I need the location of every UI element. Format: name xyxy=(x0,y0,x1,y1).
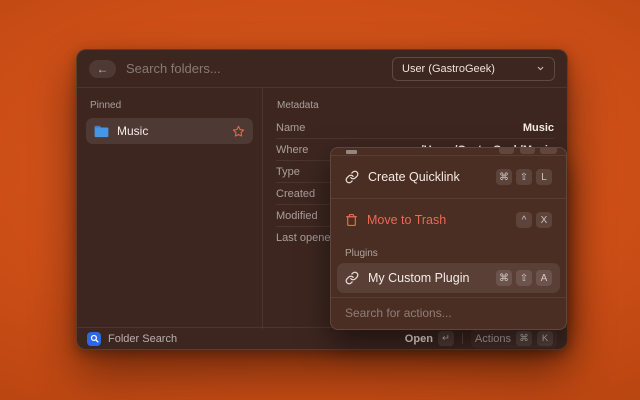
user-dropdown-value: User (GastroGeek) xyxy=(402,63,495,75)
menu-item-my-custom-plugin[interactable]: My Custom Plugin ⌘ ⇧ A xyxy=(337,263,560,293)
actions-label: Actions xyxy=(475,333,511,345)
command-key-icon: ⌘ xyxy=(496,270,512,286)
clipped-key xyxy=(540,148,557,154)
command-key-icon: ⌘ xyxy=(496,169,512,185)
menu-item-create-quicklink[interactable]: Create Quicklink ⌘ ⇧ L xyxy=(337,160,560,194)
menu-item-shortcut: ^ X xyxy=(516,212,552,228)
back-button[interactable]: ← xyxy=(89,60,116,78)
sidebar-item-music[interactable]: Music xyxy=(86,118,253,144)
menu-item-label: Create Quicklink xyxy=(368,170,460,184)
metadata-label: Type xyxy=(276,166,300,178)
folder-icon xyxy=(94,125,109,138)
menu-item-shortcut: ⌘ ⇧ A xyxy=(496,270,552,286)
command-key-icon: ⌘ xyxy=(516,331,532,346)
menu-item-label: My Custom Plugin xyxy=(368,271,469,285)
metadata-label: Created xyxy=(276,188,315,200)
metadata-value: Music xyxy=(523,122,554,134)
menu-section-plugins: Plugins xyxy=(331,241,566,263)
clipped-icon xyxy=(346,150,357,154)
menu-item-move-to-trash[interactable]: Move to Trash ^ X xyxy=(337,203,560,237)
footer: Folder Search Open ↵ Actions ⌘ K xyxy=(77,327,567,349)
footer-app-label: Folder Search xyxy=(108,333,177,345)
metadata-label: Where xyxy=(276,144,308,156)
metadata-row-name: Name Music xyxy=(276,117,554,139)
menu-item-shortcut: ⌘ ⇧ L xyxy=(496,169,552,185)
return-key-icon: ↵ xyxy=(438,331,454,346)
metadata-label: Modified xyxy=(276,210,318,222)
search-input[interactable] xyxy=(126,61,382,76)
actions-button[interactable]: Actions ⌘ K xyxy=(471,329,557,348)
chevron-down-icon xyxy=(536,64,545,73)
open-label: Open xyxy=(405,333,433,345)
trash-icon xyxy=(345,213,358,227)
open-button[interactable]: Open ↵ xyxy=(405,331,454,346)
metadata-label: Last opened xyxy=(276,232,337,244)
folder-search-app-icon xyxy=(87,332,101,346)
shift-key-icon: ⇧ xyxy=(516,169,532,185)
back-arrow-icon: ← xyxy=(97,63,109,75)
k-key-icon: K xyxy=(537,331,553,346)
metadata-title: Metadata xyxy=(277,100,553,111)
menu-item-label: Move to Trash xyxy=(367,213,446,227)
link-icon xyxy=(345,271,359,285)
footer-actions-area: Open ↵ Actions ⌘ K xyxy=(405,329,557,348)
metadata-label: Name xyxy=(276,122,305,134)
shift-key-icon: ⇧ xyxy=(516,270,532,286)
header: ← User (GastroGeek) xyxy=(77,50,567,88)
actions-menu: Create Quicklink ⌘ ⇧ L Move to Trash ^ X xyxy=(330,147,567,330)
control-key-icon: ^ xyxy=(516,212,532,228)
clipped-key xyxy=(499,148,514,154)
actions-search-input[interactable] xyxy=(331,298,566,329)
a-key-icon: A xyxy=(536,270,552,286)
sidebar-section-label: Pinned xyxy=(90,100,249,111)
sidebar-item-label: Music xyxy=(117,124,148,138)
clipped-key xyxy=(520,148,535,154)
link-icon xyxy=(345,170,359,184)
raycast-window: ← User (GastroGeek) Pinned Music Met xyxy=(76,49,568,350)
l-key-icon: L xyxy=(536,169,552,185)
star-icon[interactable] xyxy=(232,125,245,138)
clipped-menu-item xyxy=(331,148,566,155)
footer-separator xyxy=(462,333,463,344)
x-key-icon: X xyxy=(536,212,552,228)
sidebar: Pinned Music xyxy=(77,88,263,329)
user-dropdown[interactable]: User (GastroGeek) xyxy=(392,57,555,81)
